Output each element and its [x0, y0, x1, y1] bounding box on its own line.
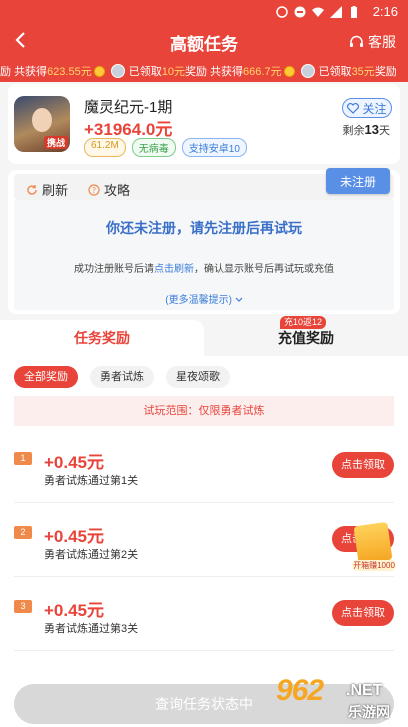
unregistered-badge: 未注册: [326, 168, 390, 194]
task-amount: +0.45元: [44, 527, 105, 546]
divider: [14, 576, 394, 577]
filter-all-rewards[interactable]: 全部奖励: [14, 366, 78, 388]
task-amount: +0.45元: [44, 453, 105, 472]
task-number: 2: [14, 526, 32, 539]
reward-tabs: 任务奖励 充10返12 充值奖励: [0, 316, 408, 356]
dnd-icon: [294, 6, 306, 18]
game-icon[interactable]: 携战: [14, 96, 70, 152]
claim-button[interactable]: 点击领取: [332, 600, 394, 626]
register-message: 你还未注册，请先注册后再试玩: [106, 220, 302, 236]
task-description: 勇者试炼通过第3关: [44, 623, 139, 635]
status-bar: 2:16: [0, 0, 408, 24]
game-card: 携战 魔灵纪元-1期 +31964.0元 61.2M 无病毒 支持安卓10 关注…: [8, 84, 400, 164]
headset-icon: [350, 35, 363, 47]
size-tag: 61.2M: [84, 138, 126, 157]
remain-prefix: 剩余: [342, 125, 365, 137]
game-tags: 61.2M 无病毒 支持安卓10: [84, 138, 247, 157]
recharge-promo-badge: 充10返12: [280, 316, 327, 329]
claim-button[interactable]: 点击领取: [332, 452, 394, 478]
android-tag: 支持安卓10: [181, 138, 247, 157]
task-item: 1 +0.45元 勇者试炼通过第1关 点击领取: [14, 448, 394, 508]
customer-service-label: 客服: [368, 34, 396, 50]
ticker-amount: 10元: [161, 66, 185, 78]
ticker-amount: 623.55元: [47, 66, 92, 78]
refresh-label: 刷新: [42, 183, 69, 198]
signal-icon: [330, 6, 342, 18]
watermark-number: 962: [276, 674, 324, 707]
battery-icon: [351, 6, 357, 18]
filter-hero-trial[interactable]: 勇者试炼: [90, 366, 154, 388]
heart-icon: [347, 102, 360, 114]
tip-text: 成功注册账号后请: [74, 264, 154, 275]
filter-starry-song[interactable]: 星夜颂歌: [166, 366, 230, 388]
app-header: 高额任务 客服: [0, 24, 408, 58]
reward-ticker: 励 共获得 623.55元 已领取 10元 奖励 共获得 666.7元 已领取 …: [0, 58, 408, 82]
guide-label: 攻略: [104, 183, 131, 198]
follow-button[interactable]: 关注: [342, 98, 392, 118]
treasure-box-ad[interactable]: 开箱赚1000: [352, 521, 396, 574]
register-tip: 成功注册账号后请点击刷新，确认显示账号后再试玩或充值: [14, 260, 394, 275]
trial-scope-notice: 试玩范围：仅限勇者试炼: [14, 396, 394, 426]
virus-free-tag: 无病毒: [131, 138, 176, 157]
user-avatar: [110, 64, 125, 78]
ticker-text: 已领取: [128, 66, 162, 78]
game-icon-badge: 携战: [44, 136, 69, 149]
clock: 2:16: [372, 4, 398, 19]
ticker-text: 共获得: [14, 66, 48, 78]
remaining-days: 剩余13天: [343, 122, 390, 138]
register-panel: 刷新 ? 攻略 未注册 你还未注册，请先注册后再试玩 成功注册账号后请点击刷新，…: [8, 168, 400, 314]
game-total-reward: +31964.0元: [84, 120, 173, 139]
follow-label: 关注: [362, 101, 387, 116]
divider: [14, 502, 394, 503]
task-number: 1: [14, 452, 32, 465]
chevron-down-icon: [235, 297, 243, 302]
remain-days-value: 13: [364, 122, 379, 137]
watermark-cn: 乐游网: [348, 704, 390, 720]
refresh-button[interactable]: 刷新: [26, 180, 68, 199]
task-description: 勇者试炼通过第2关: [44, 549, 139, 561]
game-icon-art: [32, 108, 52, 132]
svg-text:?: ?: [92, 186, 96, 195]
tab-recharge-reward[interactable]: 充10返12 充值奖励: [204, 316, 408, 356]
guide-button[interactable]: ? 攻略: [88, 180, 130, 199]
notification-icon: [276, 6, 288, 18]
task-item: 3 +0.45元 勇者试炼通过第3关 点击领取: [14, 596, 394, 656]
refresh-icon: [27, 184, 37, 195]
register-body: 你还未注册，请先注册后再试玩 成功注册账号后请点击刷新，确认显示账号后再试玩或充…: [14, 200, 394, 310]
more-tips-label: (更多温馨提示): [165, 295, 232, 306]
watermark-net: .NET: [346, 682, 383, 699]
coin-icon: [283, 65, 295, 77]
gift-box-icon: [353, 521, 393, 565]
user-avatar: [300, 64, 315, 78]
wifi-icon: [312, 7, 324, 17]
filter-chips: 全部奖励 勇者试炼 星夜颂歌: [14, 366, 230, 388]
tab-label: 任务奖励: [74, 330, 130, 346]
ticker-text: 奖励: [184, 66, 207, 78]
page-title: 高额任务: [170, 35, 238, 54]
ticker-text: 共获得: [210, 66, 244, 78]
coin-icon: [93, 65, 105, 77]
task-number: 3: [14, 600, 32, 613]
more-tips-toggle[interactable]: (更多温馨提示): [14, 291, 394, 306]
game-name: 魔灵纪元-1期: [84, 99, 173, 116]
ticker-amount: 35元: [351, 66, 375, 78]
task-item: 2 +0.45元 勇者试炼通过第2关 点击领取: [14, 522, 394, 582]
ticker-text: 已领取: [318, 66, 352, 78]
ad-label: 开箱赚1000: [352, 560, 396, 571]
task-amount: +0.45元: [44, 601, 105, 620]
ticker-text: 奖励: [374, 66, 397, 78]
remain-suffix: 天: [379, 125, 390, 137]
ticker-text: 励: [0, 66, 11, 78]
site-watermark-logo: 962 .NET 乐游网: [272, 672, 408, 727]
customer-service-button[interactable]: 客服: [349, 32, 396, 52]
ticker-amount: 666.7元: [243, 66, 282, 78]
tab-task-reward[interactable]: 任务奖励: [0, 320, 204, 356]
click-refresh-link[interactable]: 点击刷新: [154, 264, 194, 275]
question-icon: ?: [88, 183, 100, 196]
divider: [14, 650, 394, 651]
tab-label: 充值奖励: [278, 330, 334, 346]
tip-text: ，确认显示账号后再试玩或充值: [194, 264, 334, 275]
task-description: 勇者试炼通过第1关: [44, 475, 139, 487]
